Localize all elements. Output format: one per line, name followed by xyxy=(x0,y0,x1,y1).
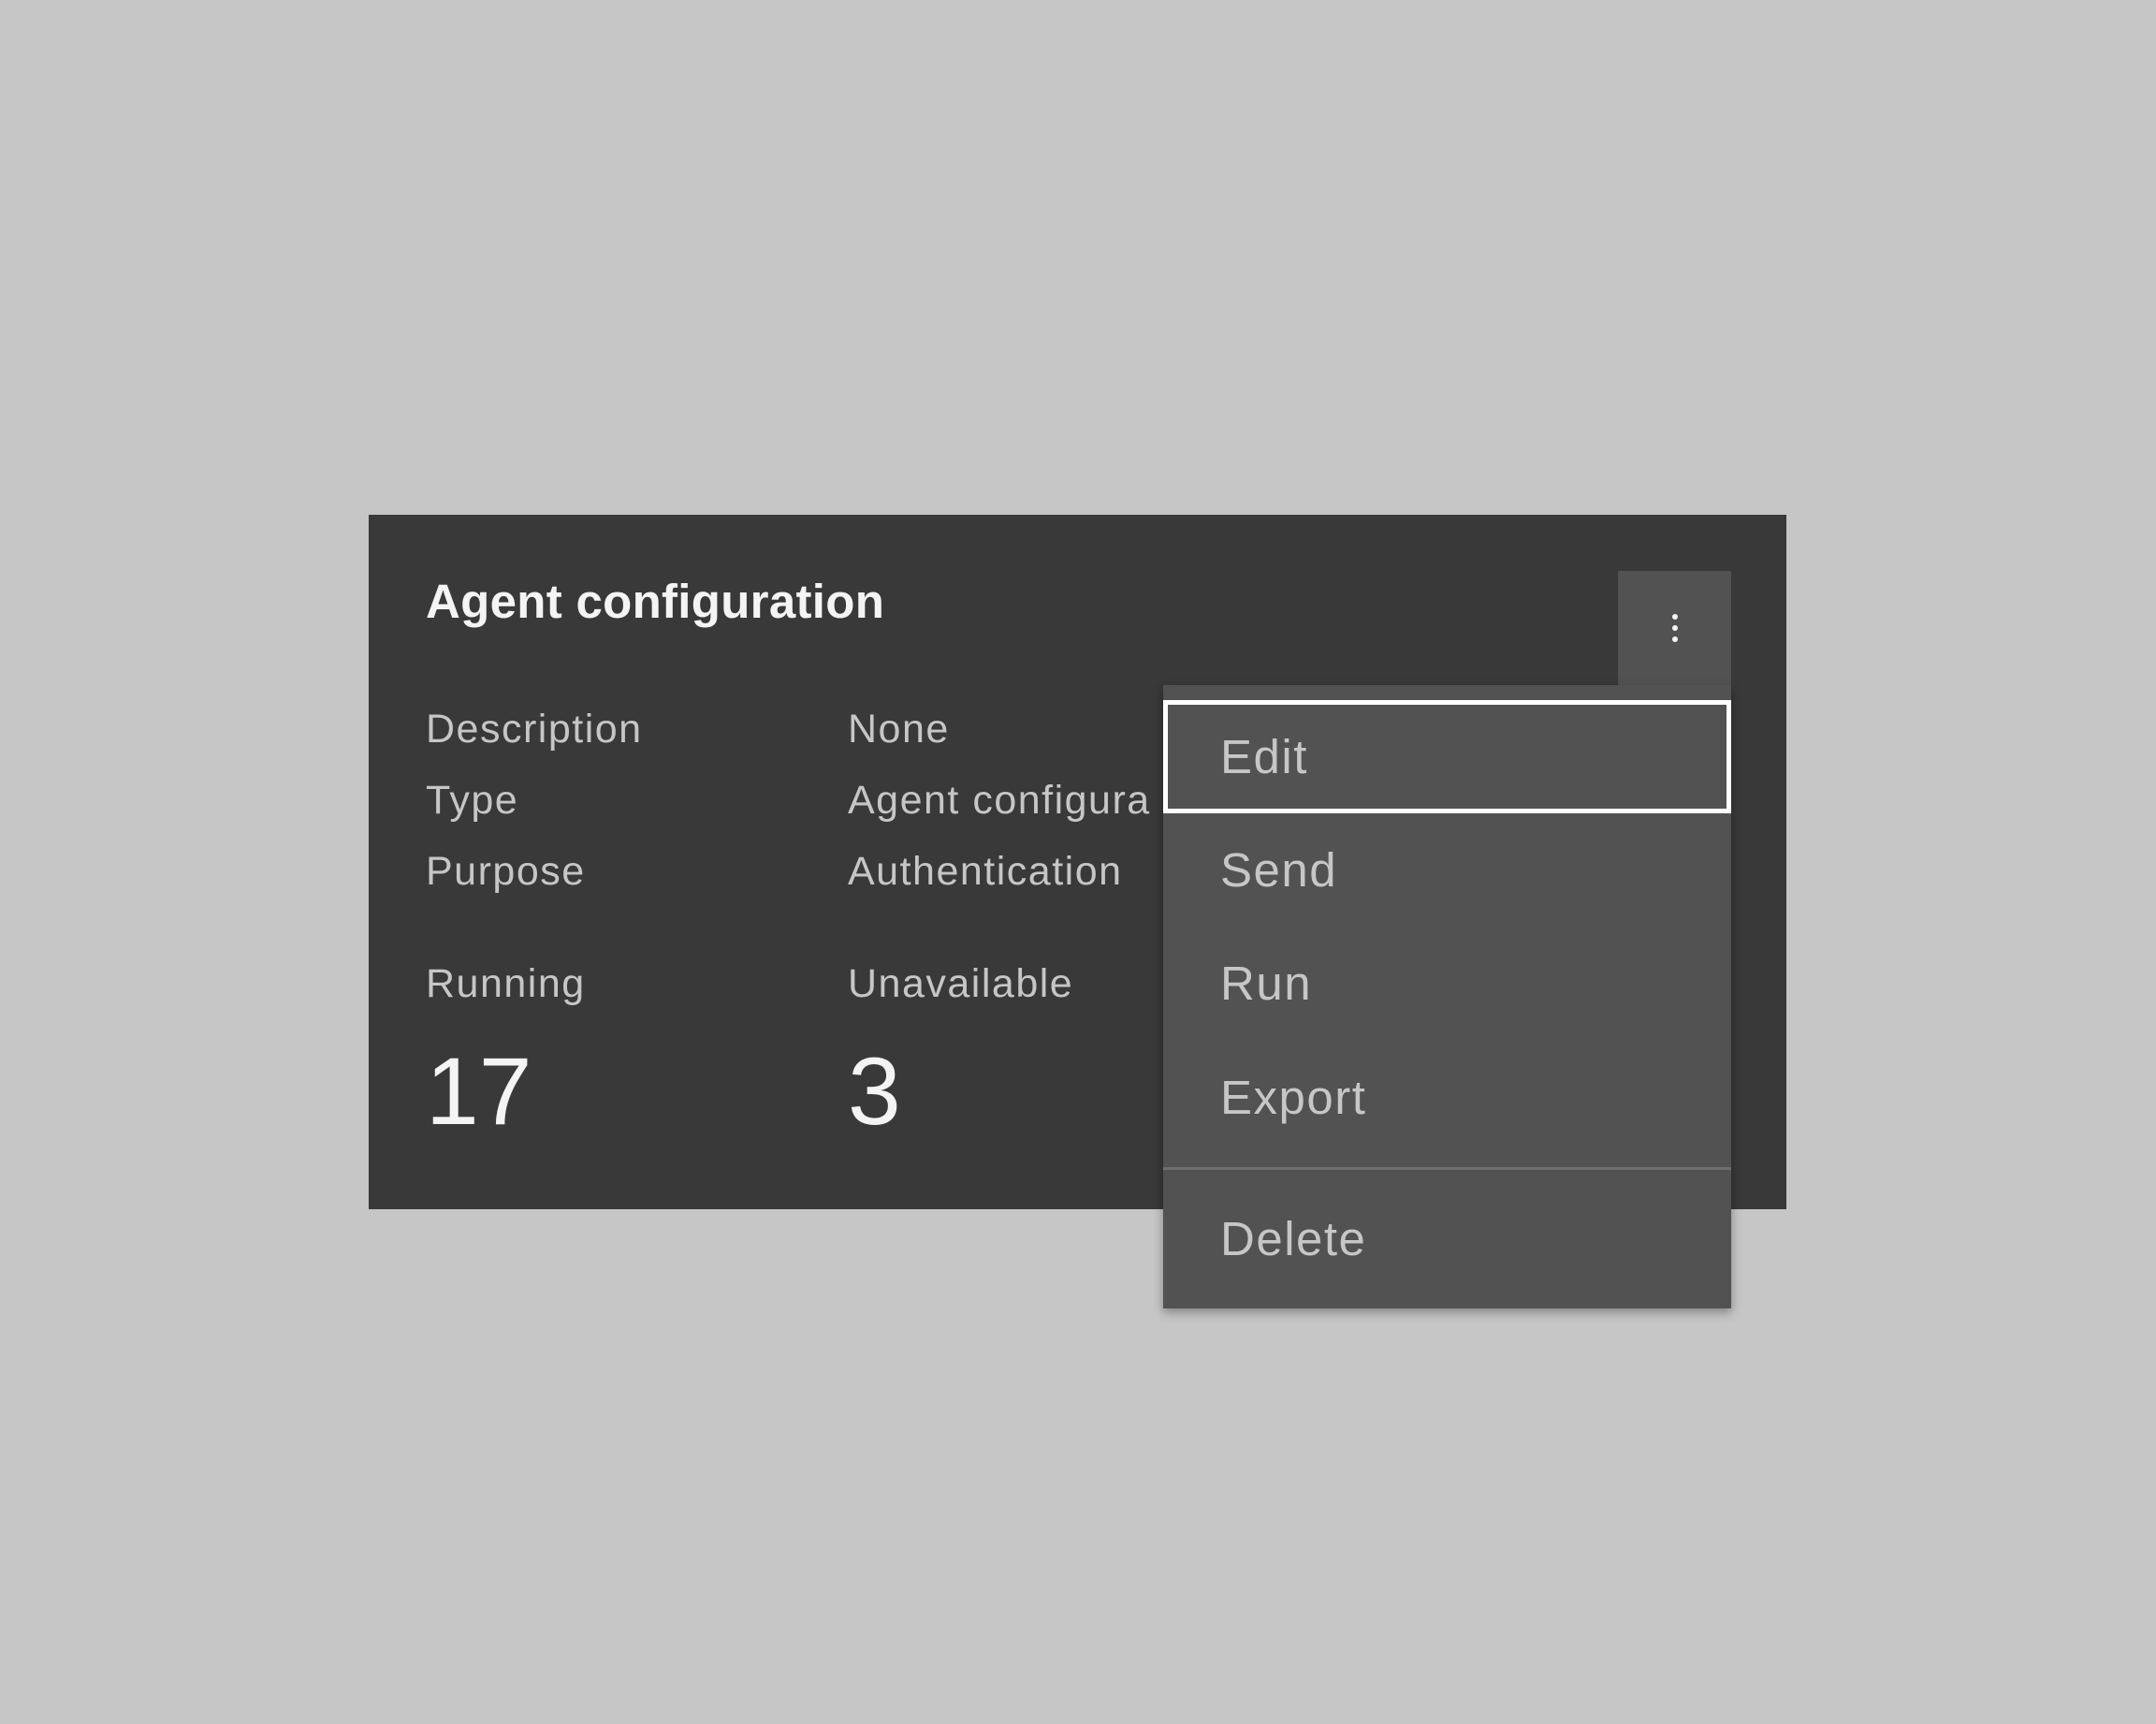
menu-item-run[interactable]: Run xyxy=(1163,927,1731,1040)
overflow-menu-button[interactable] xyxy=(1618,571,1731,685)
menu-item-delete[interactable]: Delete xyxy=(1163,1182,1731,1295)
menu-item-send[interactable]: Send xyxy=(1163,813,1731,927)
type-value: Agent configura xyxy=(848,778,1151,823)
running-count: 17 xyxy=(426,1038,532,1145)
description-label: Description xyxy=(426,707,643,752)
purpose-value: Authentication xyxy=(848,849,1123,894)
card-title: Agent configuration xyxy=(426,575,885,628)
type-label: Type xyxy=(426,778,519,823)
overflow-menu-vertical-icon xyxy=(1671,614,1678,642)
description-value: None xyxy=(848,707,950,752)
overflow-menu: Edit Send Run Export Delete xyxy=(1163,685,1731,1308)
unavailable-label: Unavailable xyxy=(848,961,1074,1006)
menu-item-edit[interactable]: Edit xyxy=(1163,700,1731,813)
purpose-label: Purpose xyxy=(426,849,586,894)
menu-item-export[interactable]: Export xyxy=(1163,1041,1731,1154)
running-label: Running xyxy=(426,961,586,1006)
menu-divider xyxy=(1163,1167,1731,1170)
unavailable-count: 3 xyxy=(848,1038,901,1145)
